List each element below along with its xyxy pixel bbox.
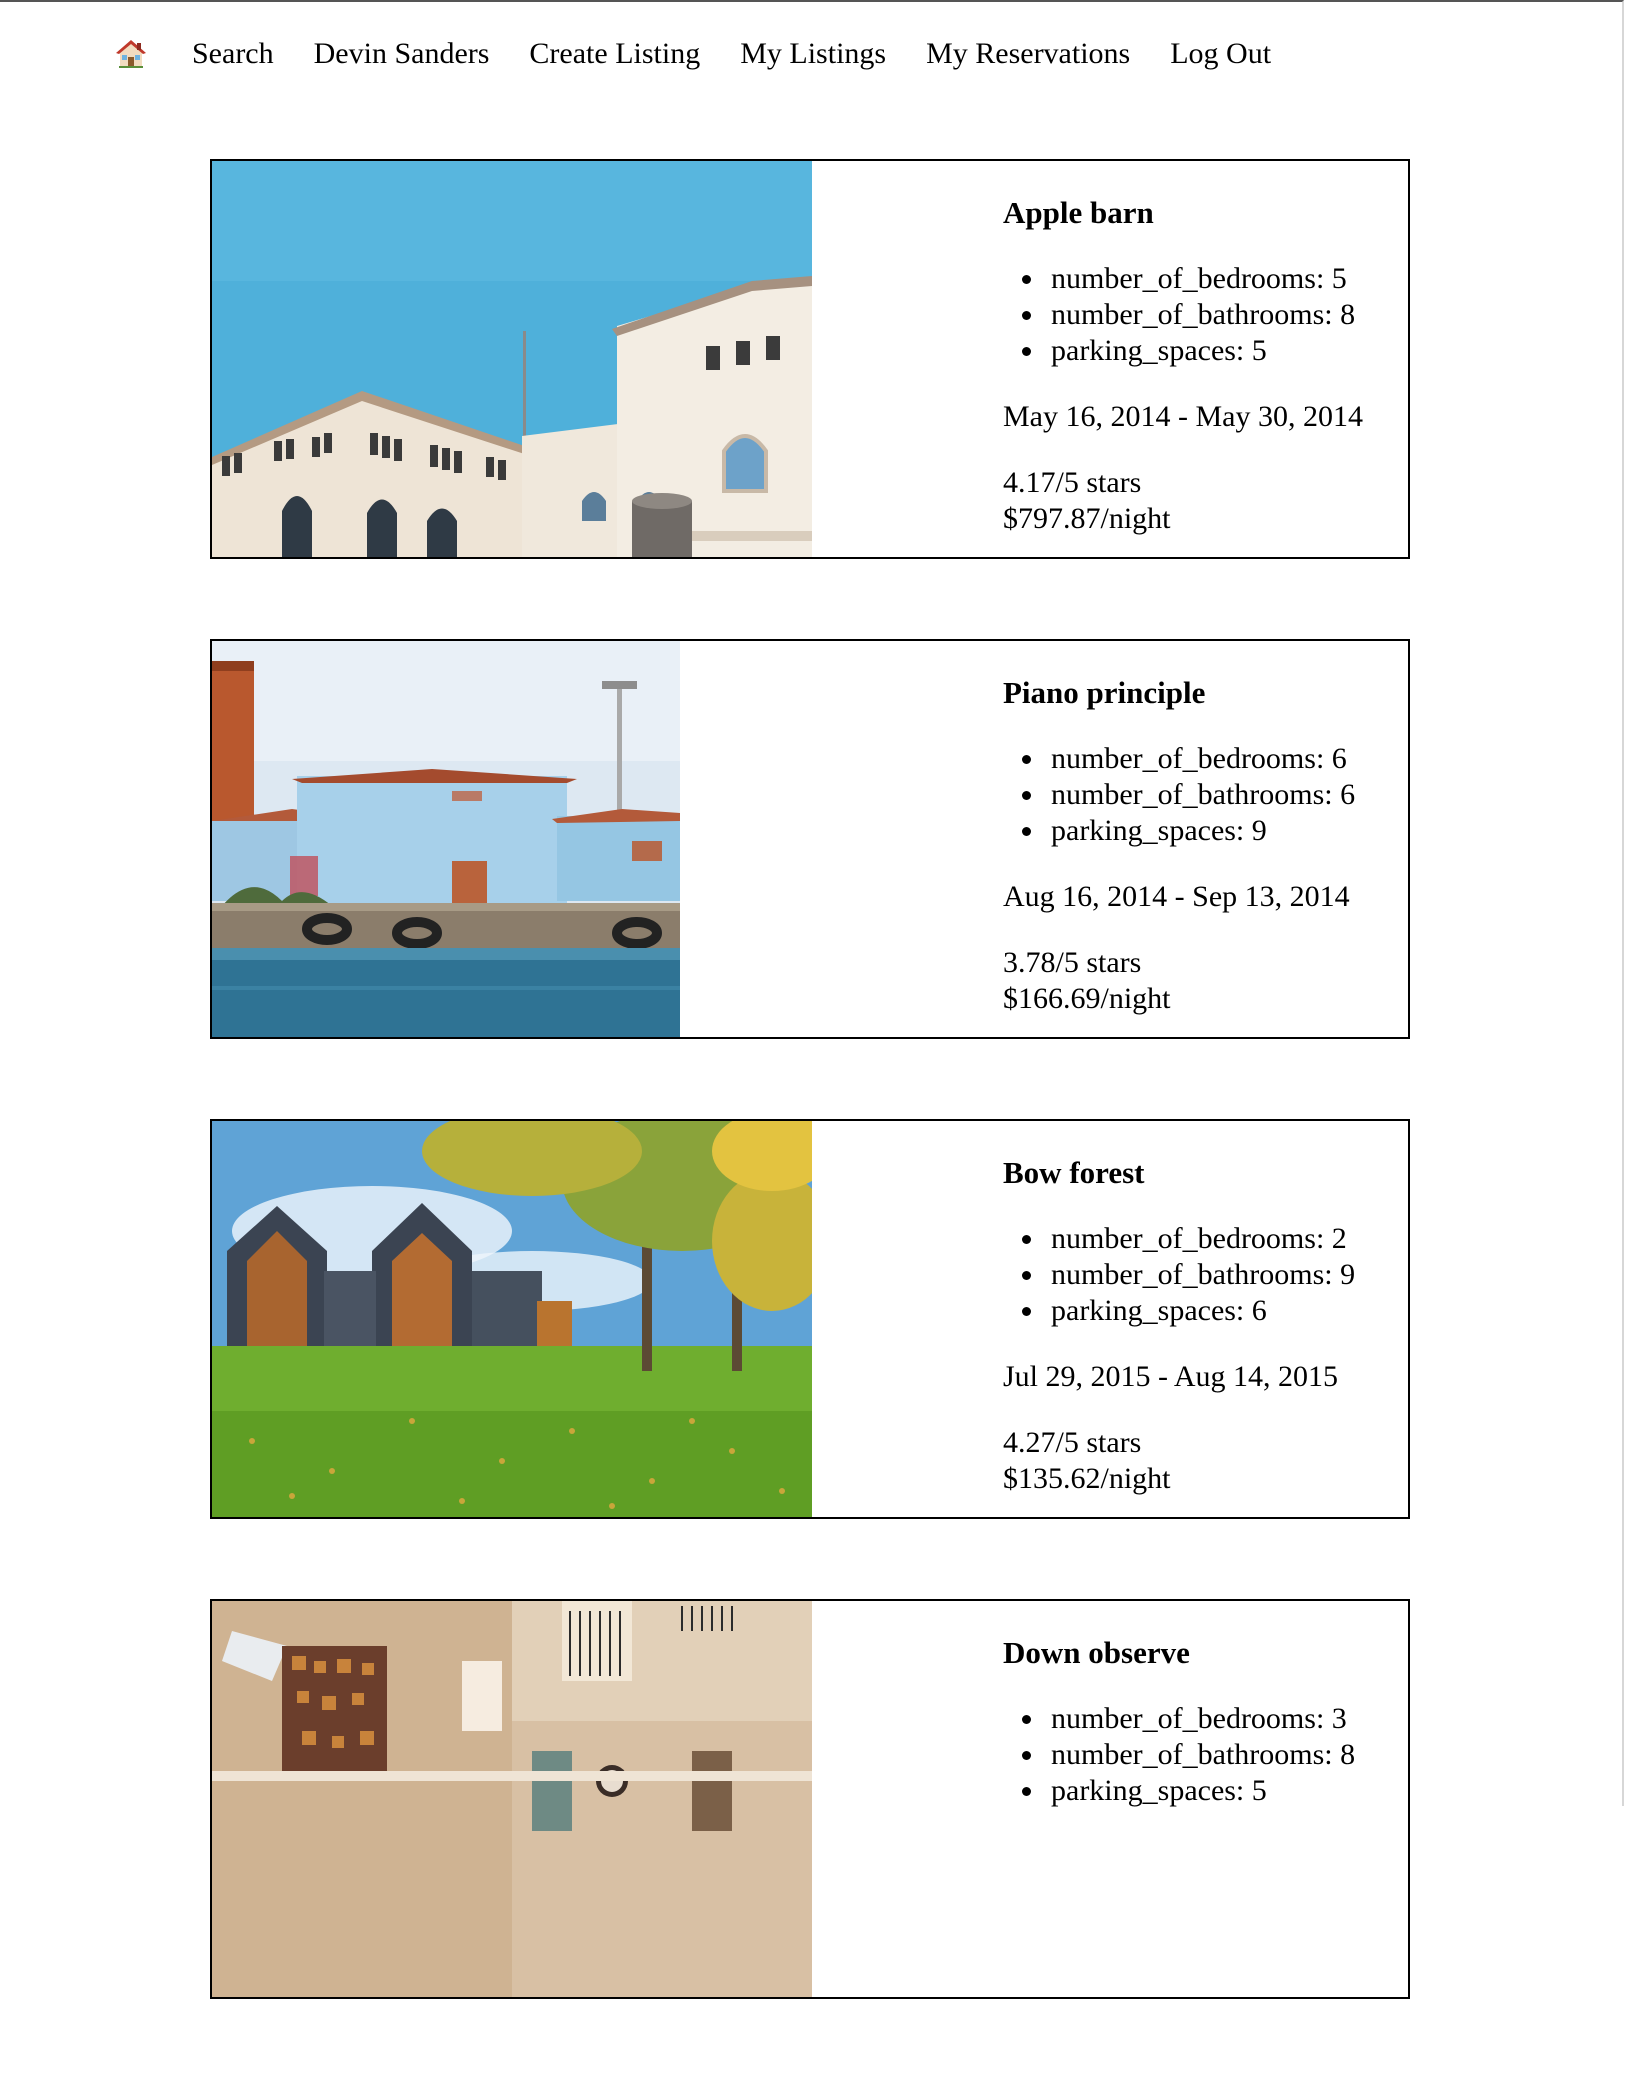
spec-bedrooms: number_of_bedrooms: 5 (1022, 261, 1408, 297)
listing-info: Down observe number_of_bedrooms: 3 numbe… (1003, 1601, 1408, 1809)
listing-rating: 4.17/5 stars (1003, 466, 1142, 499)
listing-info: Bow forest number_of_bedrooms: 2 number_… (1003, 1121, 1408, 1497)
bullet-icon (1022, 827, 1031, 836)
listing-photo (212, 1121, 812, 1517)
nav-my-reservations[interactable]: My Reservations (926, 32, 1130, 76)
listing-title[interactable]: Apple barn (1003, 191, 1408, 235)
spec-bathrooms: number_of_bathrooms: 8 (1022, 297, 1408, 333)
bullet-icon (1022, 791, 1031, 800)
listing-title[interactable]: Piano principle (1003, 671, 1408, 715)
listing-card[interactable]: Apple barn number_of_bedrooms: 5 number_… (210, 159, 1410, 559)
bullet-icon (1022, 1715, 1031, 1724)
bullet-icon (1022, 1307, 1031, 1316)
listing-info: Apple barn number_of_bedrooms: 5 number_… (1003, 161, 1408, 537)
spec-bedrooms: number_of_bedrooms: 6 (1022, 741, 1408, 777)
listing-info: Piano principle number_of_bedrooms: 6 nu… (1003, 641, 1408, 1017)
spec-bathrooms: number_of_bathrooms: 8 (1022, 1737, 1408, 1773)
top-navigation: Search Devin Sanders Create Listing My L… (114, 32, 1311, 76)
listing-title[interactable]: Down observe (1003, 1631, 1408, 1675)
bullet-icon (1022, 1271, 1031, 1280)
spec-bedrooms: number_of_bedrooms: 2 (1022, 1221, 1408, 1257)
spec-bathrooms: number_of_bathrooms: 6 (1022, 777, 1408, 813)
house-icon (116, 40, 146, 68)
browser-viewport: Search Devin Sanders Create Listing My L… (0, 0, 1624, 1999)
listing-price: $797.87/night (1003, 502, 1171, 535)
listing-dates: Aug 16, 2014 - Sep 13, 2014 (1003, 880, 1350, 913)
listing-specs: number_of_bedrooms: 6 number_of_bathroom… (1003, 741, 1408, 849)
listings-list: Apple barn number_of_bedrooms: 5 number_… (210, 159, 1410, 2079)
spec-parking: parking_spaces: 9 (1022, 813, 1408, 849)
listing-price: $135.62/night (1003, 1462, 1171, 1495)
home-link[interactable] (114, 37, 148, 71)
spec-parking: parking_spaces: 5 (1022, 333, 1408, 369)
listing-dates: May 16, 2014 - May 30, 2014 (1003, 400, 1363, 433)
listing-specs: number_of_bedrooms: 3 number_of_bathroom… (1003, 1701, 1408, 1809)
listing-dates: Jul 29, 2015 - Aug 14, 2015 (1003, 1360, 1339, 1393)
bullet-icon (1022, 755, 1031, 764)
listing-title[interactable]: Bow forest (1003, 1151, 1408, 1195)
spec-bedrooms: number_of_bedrooms: 3 (1022, 1701, 1408, 1737)
bullet-icon (1022, 1751, 1031, 1760)
nav-user-profile[interactable]: Devin Sanders (314, 32, 490, 76)
spec-parking: parking_spaces: 5 (1022, 1773, 1408, 1809)
nav-my-listings[interactable]: My Listings (740, 32, 886, 76)
listing-photo (212, 1601, 812, 1997)
listing-card[interactable]: Bow forest number_of_bedrooms: 2 number_… (210, 1119, 1410, 1519)
listing-photo (212, 641, 680, 1037)
bullet-icon (1022, 275, 1031, 284)
spec-parking: parking_spaces: 6 (1022, 1293, 1408, 1329)
bullet-icon (1022, 1235, 1031, 1244)
spec-bathrooms: number_of_bathrooms: 9 (1022, 1257, 1408, 1293)
bullet-icon (1022, 311, 1031, 320)
listing-specs: number_of_bedrooms: 5 number_of_bathroom… (1003, 261, 1408, 369)
bullet-icon (1022, 347, 1031, 356)
nav-create-listing[interactable]: Create Listing (529, 32, 700, 76)
listing-card[interactable]: Down observe number_of_bedrooms: 3 numbe… (210, 1599, 1410, 1999)
bullet-icon (1022, 1787, 1031, 1796)
nav-log-out[interactable]: Log Out (1170, 32, 1271, 76)
listing-specs: number_of_bedrooms: 2 number_of_bathroom… (1003, 1221, 1408, 1329)
listing-card[interactable]: Piano principle number_of_bedrooms: 6 nu… (210, 639, 1410, 1039)
listing-photo (212, 161, 812, 557)
listing-rating: 4.27/5 stars (1003, 1426, 1142, 1459)
listing-rating: 3.78/5 stars (1003, 946, 1142, 979)
nav-search[interactable]: Search (192, 32, 274, 76)
listing-price: $166.69/night (1003, 982, 1171, 1015)
